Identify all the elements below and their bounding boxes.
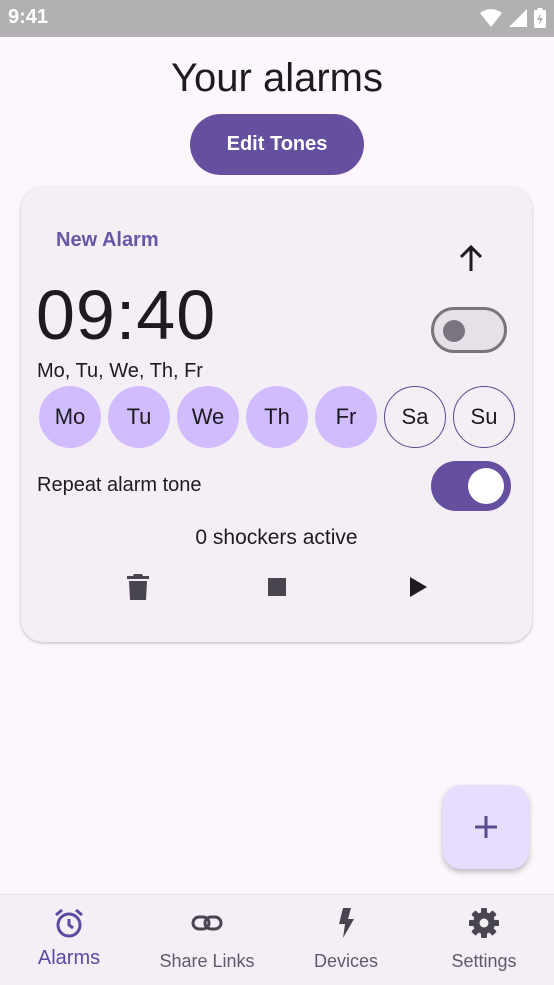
day-chip-su[interactable]: Su (453, 386, 515, 448)
nav-item-devices[interactable]: Devices (277, 895, 415, 985)
nav-label-share-links: Share Links (159, 951, 255, 971)
day-chip-sa[interactable]: Sa (384, 386, 446, 448)
nav-item-alarms[interactable]: Alarms (0, 895, 138, 985)
play-icon[interactable] (402, 572, 432, 602)
nav-label-devices: Devices (313, 951, 379, 971)
bottom-navigation: Alarms Share Links Devices Settings (0, 894, 554, 985)
bolt-icon (339, 908, 354, 938)
repeat-tone-switch[interactable] (431, 461, 511, 511)
gear-icon (469, 908, 499, 938)
nav-label-alarms: Alarms (37, 947, 101, 969)
status-time: 9:41 (8, 6, 49, 28)
nav-label-settings: Settings (451, 951, 517, 971)
day-chip-we[interactable]: We (177, 386, 239, 448)
day-chip-fr[interactable]: Fr (315, 386, 377, 448)
day-chip-mo[interactable]: Mo (39, 386, 101, 448)
day-selector: Mo Tu We Th Fr Sa Su (39, 386, 515, 448)
day-chip-th[interactable]: Th (246, 386, 308, 448)
edit-tones-button[interactable]: Edit Tones (190, 114, 364, 175)
battery-icon (534, 8, 546, 28)
switch-knob (468, 468, 504, 504)
arrow-up-icon[interactable] (455, 243, 487, 275)
repeat-tone-label: Repeat alarm tone (37, 474, 202, 496)
nav-item-settings[interactable]: Settings (415, 895, 553, 985)
add-alarm-button[interactable] (443, 785, 529, 869)
alarm-card: New Alarm 09:40 Mo, Tu, We, Th, Fr Mo Tu… (21, 187, 532, 642)
day-chip-tu[interactable]: Tu (108, 386, 170, 448)
switch-knob (443, 320, 465, 342)
shockers-status: 0 shockers active (195, 526, 358, 549)
alarm-enabled-switch[interactable] (431, 307, 507, 353)
alarm-name[interactable]: New Alarm (56, 229, 159, 252)
delete-icon[interactable] (123, 572, 153, 602)
nav-item-share-links[interactable]: Share Links (138, 895, 276, 985)
page-title: Your alarms (171, 56, 383, 100)
alarm-clock-icon (55, 908, 83, 938)
signal-icon (509, 9, 527, 27)
link-icon (191, 915, 223, 931)
days-summary: Mo, Tu, We, Th, Fr (37, 360, 203, 382)
alarm-time[interactable]: 09:40 (36, 275, 216, 355)
stop-icon[interactable] (262, 572, 292, 602)
status-bar: 9:41 (0, 0, 554, 37)
status-icons (480, 8, 546, 28)
wifi-icon (480, 9, 502, 27)
add-icon (475, 816, 497, 838)
